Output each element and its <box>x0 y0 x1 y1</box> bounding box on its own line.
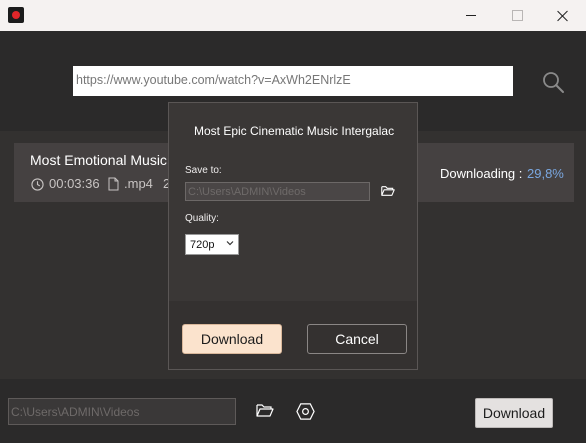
quality-label: Quality: <box>185 213 219 224</box>
save-path-value: C:\Users\ADMIN\Videos <box>11 405 140 419</box>
app-window: https://www.youtube.com/watch?v=AxWh2ENr… <box>0 0 586 443</box>
dialog-title: Most Epic Cinematic Music Intergalact <box>194 124 394 138</box>
quality-select[interactable]: 720p <box>185 234 239 255</box>
save-to-label: Save to: <box>185 165 222 176</box>
folder-icon[interactable] <box>381 185 395 197</box>
maximize-icon <box>511 10 523 21</box>
folder-icon[interactable] <box>256 403 274 418</box>
minimize-icon <box>466 15 476 16</box>
quality-select-value: 720p <box>190 239 215 251</box>
close-button[interactable] <box>540 0 586 31</box>
dialog-save-path-field[interactable]: C:\Users\ADMIN\Videos <box>185 182 370 201</box>
download-item-title: Most Emotional Music <box>30 152 167 168</box>
download-dialog: Most Epic Cinematic Music Intergalact Sa… <box>168 102 418 370</box>
file-icon <box>108 177 119 191</box>
download-button[interactable]: Download <box>475 398 553 428</box>
download-item-duration: 00:03:36 <box>49 176 100 191</box>
dialog-save-path-value: C:\Users\ADMIN\Videos <box>188 186 306 198</box>
maximize-button[interactable] <box>494 0 540 31</box>
close-icon <box>557 10 569 22</box>
dialog-cancel-button[interactable]: Cancel <box>307 324 407 354</box>
save-path-field[interactable]: C:\Users\ADMIN\Videos <box>8 398 236 425</box>
chevron-down-icon <box>226 241 234 246</box>
download-status-label: Downloading : <box>440 166 523 181</box>
dialog-body: Most Epic Cinematic Music Intergalact Sa… <box>169 103 417 301</box>
title-bar <box>0 0 586 31</box>
settings-icon[interactable] <box>296 402 315 421</box>
download-item-format: .mp4 <box>124 176 153 191</box>
url-input-value: https://www.youtube.com/watch?v=AxWh2ENr… <box>76 73 351 87</box>
clock-icon <box>31 178 44 191</box>
download-progress: 29,8% <box>527 166 564 181</box>
search-icon[interactable] <box>541 70 565 94</box>
app-icon <box>8 7 24 23</box>
minimize-button[interactable] <box>448 0 494 31</box>
dialog-download-button[interactable]: Download <box>182 324 282 354</box>
url-input[interactable]: https://www.youtube.com/watch?v=AxWh2ENr… <box>73 66 564 96</box>
